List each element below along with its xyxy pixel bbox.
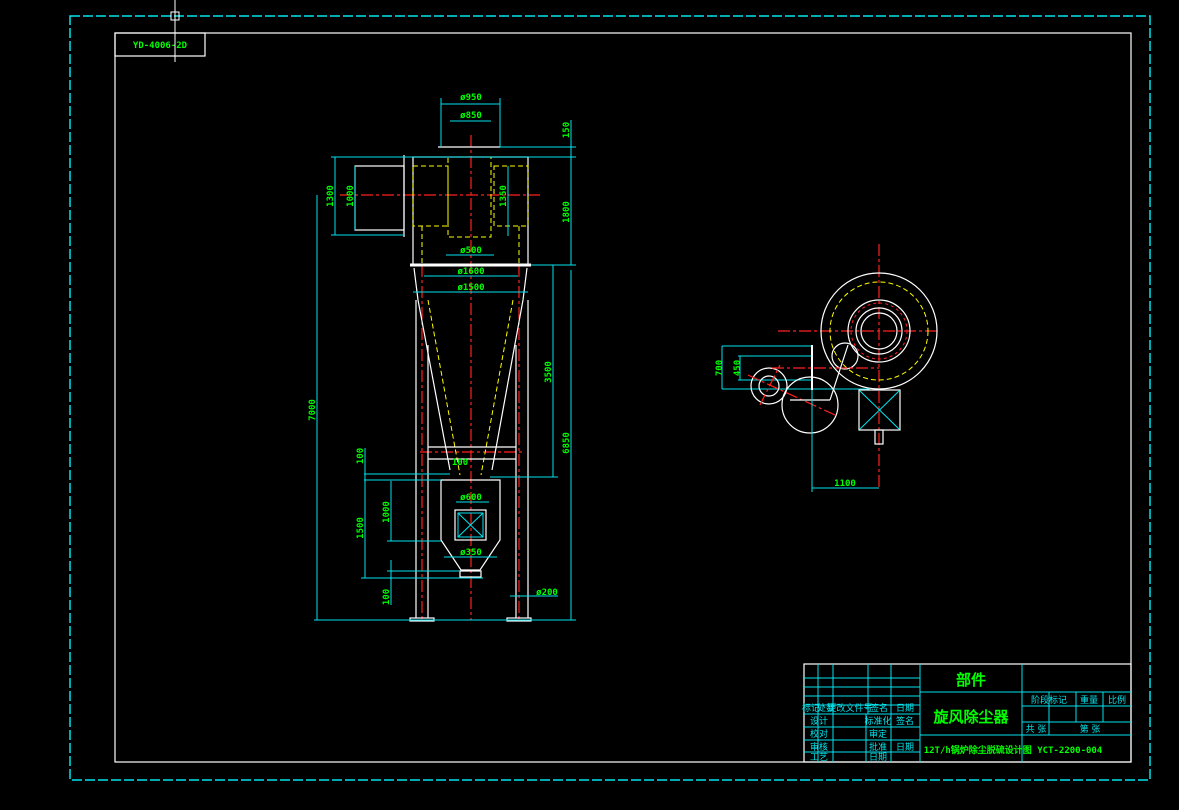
dim-1000-hopper: 1000 [382, 501, 392, 523]
role-process: 工艺 [810, 752, 828, 763]
role-check: 校对 [810, 728, 828, 740]
dim-d850: ø850 [460, 111, 482, 121]
title-block: 部件 旋风除尘器 12T/h锅炉除尘脱硫设计图 YCT-2200-004 标记 … [802, 663, 1132, 763]
dim-700: 700 [715, 360, 725, 376]
crosshair-cursor-icon [170, 0, 180, 62]
top-view: 700 450 1100 [715, 244, 938, 492]
dim-1000: 1000 [346, 185, 356, 207]
outer-border [69, 15, 1151, 781]
scale: 比例 [1108, 694, 1126, 706]
stage-mark: 阶段标记 [1031, 694, 1067, 706]
sign-date: 日期 [896, 742, 914, 753]
sign-label: 签名 [896, 715, 914, 727]
dim-d500: ø500 [460, 246, 482, 256]
header-sign: 签名 [870, 702, 888, 714]
part-name: 旋风除尘器 [932, 708, 1009, 726]
dim-d1600: ø1600 [457, 267, 484, 277]
role-review: 审核 [810, 741, 828, 753]
role-approve-check: 审定 [869, 728, 887, 740]
weight: 重量 [1080, 694, 1098, 706]
dim-3500: 3500 [544, 361, 554, 383]
role-standard: 标准化 [864, 715, 891, 727]
header-change-doc: 更改文件号 [827, 702, 872, 714]
dim-1500: 1500 [356, 517, 366, 539]
dim-d950: ø950 [460, 93, 482, 103]
drawing-frame [114, 32, 1132, 763]
dim-d200: ø200 [536, 588, 558, 598]
dim-100-top: 100 [356, 448, 366, 464]
front-view [340, 135, 540, 622]
role-approve: 批准 [869, 741, 887, 753]
dim-100-neck: 100 [452, 458, 468, 468]
dim-150: 150 [562, 122, 572, 138]
total-sheets: 共 张 [1026, 724, 1047, 735]
dim-450: 450 [733, 360, 743, 376]
dim-7000: 7000 [308, 399, 318, 421]
dim-d350: ø350 [460, 548, 482, 558]
role-design: 设计 [810, 715, 828, 727]
dim-d1500: ø1500 [457, 283, 484, 293]
dim-d600: ø600 [460, 493, 482, 503]
drawing-number: 12T/h锅炉除尘脱硫设计图 YCT-2200-004 [924, 744, 1103, 756]
cad-drawing-canvas[interactable]: YD-4006-2D ø950 ø850 150 1300 1000 1350 … [0, 0, 1179, 810]
corner-label: YD-4006-2D [133, 41, 188, 51]
header-date: 日期 [896, 703, 914, 714]
dim-6850: 6850 [562, 432, 572, 454]
dim-1300: 1300 [326, 185, 336, 207]
dim-1800: 1800 [562, 201, 572, 223]
role-date: 日期 [869, 752, 887, 763]
dim-100-bottom: 100 [382, 589, 392, 605]
sheet-number: 第 张 [1080, 723, 1101, 735]
part-label: 部件 [956, 671, 986, 689]
dim-1350: 1350 [499, 185, 509, 207]
dim-1100: 1100 [834, 479, 856, 489]
